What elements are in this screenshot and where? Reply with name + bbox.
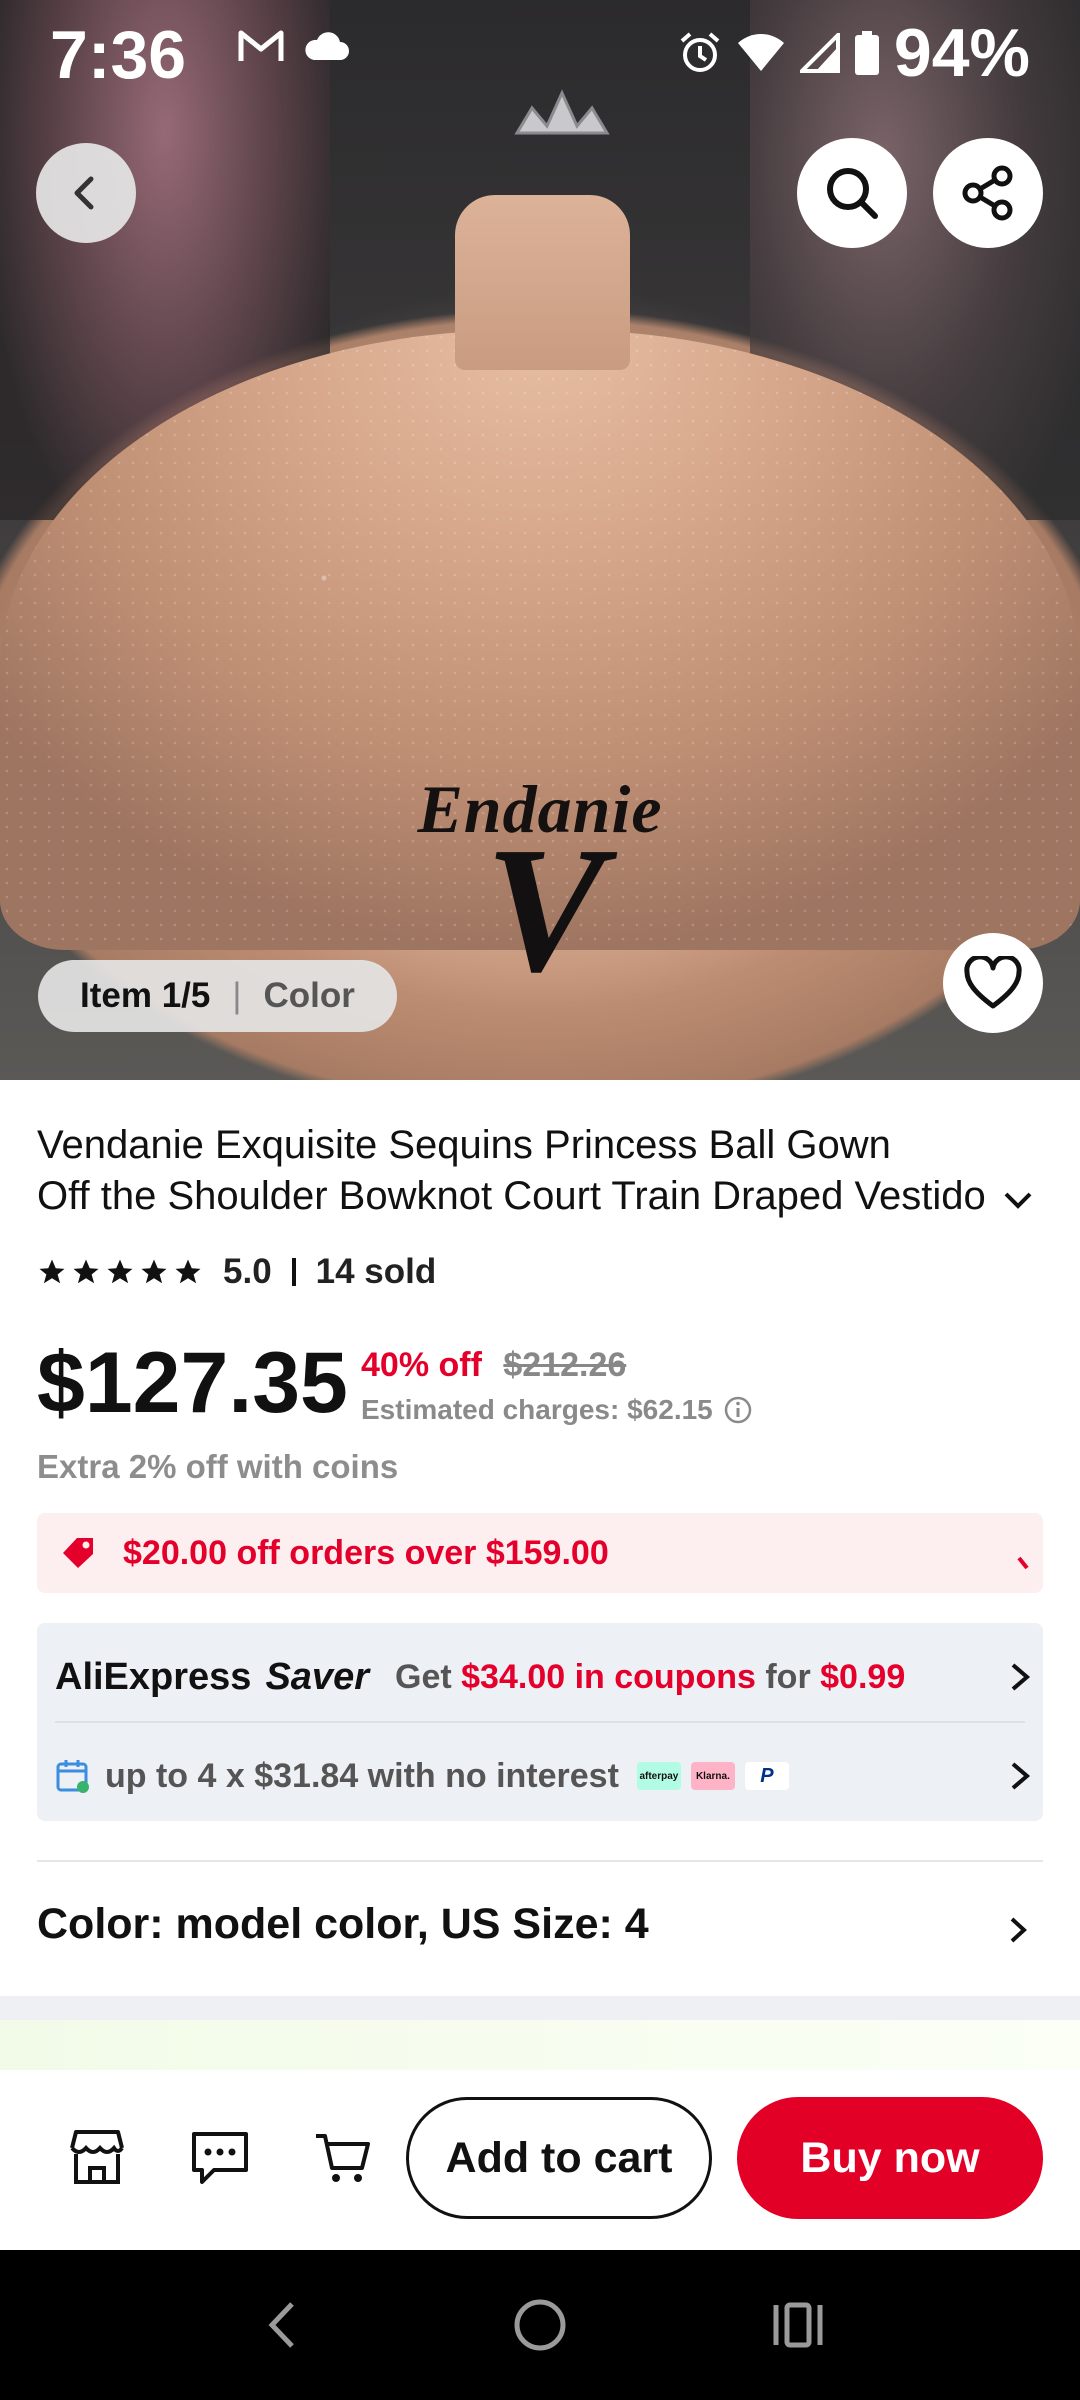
status-time: 7:36 [50, 17, 187, 93]
add-to-cart-button[interactable]: Add to cart [406, 2097, 712, 2219]
chat-icon [192, 2132, 248, 2184]
chevron-down-icon [1017, 1556, 1029, 1570]
chevron-right-icon [1011, 1663, 1031, 1691]
product-title-line2: Off the Shoulder Bowknot Court Train Dra… [37, 1174, 986, 1218]
star-icon [175, 1259, 201, 1284]
saver-get-word: Get [395, 1657, 452, 1696]
store-icon [70, 2130, 124, 2184]
saver-for-word: for [765, 1657, 811, 1696]
saver-logo: Saver [265, 1655, 369, 1698]
saver-coupon-row[interactable]: AliExpress Saver Get $34.00 in coupons f… [55, 1649, 1035, 1705]
recents-icon [773, 2302, 823, 2348]
chevron-right-icon [1011, 1762, 1031, 1790]
product-title-line1: Vendanie Exquisite Sequins Princess Ball… [37, 1123, 891, 1167]
system-home-button[interactable] [505, 2290, 575, 2360]
estimated-charges: Estimated charges: $62.15 [361, 1394, 713, 1425]
coupon-text: $20.00 off orders over $159.00 [123, 1533, 609, 1572]
heart-icon [964, 956, 1022, 1009]
expand-title-icon[interactable] [1000, 1186, 1036, 1216]
star-icon [141, 1259, 167, 1284]
saver-price: $0.99 [820, 1657, 906, 1696]
search-button[interactable] [797, 138, 907, 248]
signal-icon [799, 33, 840, 73]
cart-icon [316, 2134, 370, 2182]
color-tab[interactable]: Color [263, 976, 354, 1016]
info-icon[interactable] [723, 1395, 753, 1425]
share-button[interactable] [933, 138, 1043, 248]
cloud-icon [305, 32, 349, 60]
status-bar: 7:36 94% [0, 0, 1080, 110]
rating-value: 5.0 [223, 1252, 272, 1291]
section-spacer [0, 1996, 1080, 2020]
aliexpress-logo: AliExpress [55, 1655, 252, 1698]
star-icon [107, 1259, 133, 1284]
product-image-gallery[interactable]: Endanie V 7:36 94% Item 1/5 | Color [0, 0, 1080, 1080]
saver-divider [55, 1721, 1025, 1723]
item-count: Item 1/5 [80, 976, 211, 1015]
system-recents-button[interactable] [763, 2290, 833, 2360]
product-title[interactable]: Vendanie Exquisite Sequins Princess Ball… [37, 1120, 1037, 1222]
coupon-tag-icon [63, 1538, 93, 1568]
pill-divider: | [232, 976, 242, 1015]
star-rating [37, 1257, 203, 1287]
calendar-icon [56, 1760, 89, 1793]
discount-row: 40% off $212.26 [361, 1346, 626, 1385]
system-back-button[interactable] [247, 2290, 317, 2360]
battery-icon [854, 31, 879, 75]
bottom-action-bar: Add to cart Buy now [0, 2070, 1080, 2250]
rating-divider [291, 1258, 296, 1286]
alarm-icon [680, 32, 720, 72]
wishlist-button[interactable] [943, 933, 1043, 1033]
variant-selector[interactable]: Color: model color, US Size: 4 [37, 1900, 649, 1949]
battery-percentage: 94% [893, 15, 1030, 91]
back-button[interactable] [36, 143, 136, 243]
klarna-logo: Klarna. [690, 1762, 735, 1790]
chevron-left-icon [74, 176, 94, 210]
back-icon [268, 2302, 294, 2348]
gown-bodice-image [455, 195, 630, 370]
gallery-indicator[interactable]: Item 1/5 | Color [38, 960, 397, 1032]
share-icon [962, 165, 1013, 221]
home-icon [514, 2299, 566, 2351]
gmail-icon [238, 30, 284, 61]
estimated-charges-row[interactable]: Estimated charges: $62.15 [361, 1394, 753, 1426]
coupon-banner[interactable]: $20.00 off orders over $159.00 [37, 1513, 1043, 1593]
section-divider [37, 1860, 1043, 1862]
installments-row[interactable]: up to 4 x $31.84 with no interest afterp… [55, 1751, 1035, 1801]
paypal-logo: P [744, 1762, 789, 1790]
afterpay-logo: afterpay [636, 1762, 681, 1790]
promo-band [0, 2020, 1080, 2070]
star-icon [39, 1259, 65, 1284]
search-icon [827, 168, 878, 219]
sold-count: 14 sold [315, 1252, 437, 1291]
saver-offer-text: Get $34.00 in coupons for $0.99 [395, 1658, 905, 1697]
chat-button[interactable] [185, 2122, 255, 2192]
coins-offer: Extra 2% off with coins [37, 1448, 399, 1485]
star-icon [73, 1259, 99, 1284]
system-navigation-bar [0, 2250, 1080, 2400]
store-button[interactable] [62, 2122, 132, 2192]
wifi-icon [737, 34, 784, 71]
buy-now-button[interactable]: Buy now [737, 2097, 1043, 2219]
watermark-logo: V [484, 810, 606, 1009]
aliexpress-saver-card: AliExpress Saver Get $34.00 in coupons f… [37, 1623, 1043, 1821]
rating-row[interactable]: 5.0 14 sold [37, 1252, 436, 1292]
installments-text: up to 4 x $31.84 with no interest [105, 1756, 619, 1795]
saver-coupons-amount: $34.00 in coupons [461, 1657, 756, 1696]
original-price: $212.26 [503, 1346, 627, 1384]
current-price: $127.35 [37, 1335, 348, 1431]
discount-percent: 40% off [361, 1346, 482, 1384]
chevron-right-icon[interactable] [1003, 1910, 1033, 1950]
cart-button[interactable] [308, 2122, 378, 2192]
